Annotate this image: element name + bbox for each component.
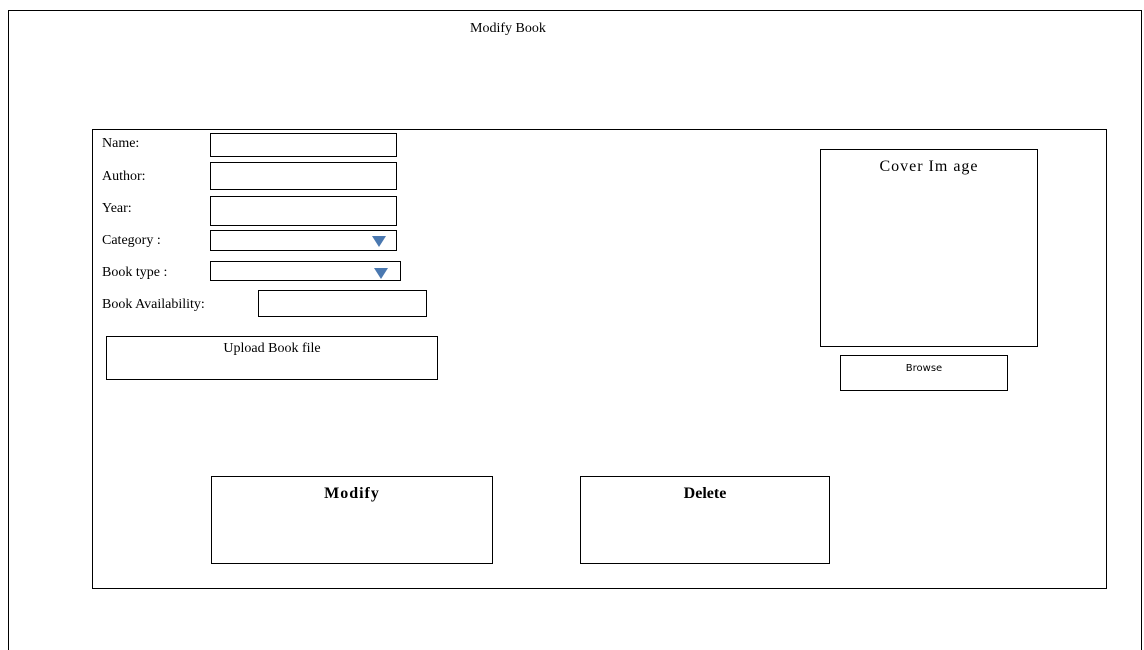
category-select[interactable] (210, 230, 397, 251)
year-field[interactable] (210, 196, 397, 226)
modify-button[interactable]: Modify (211, 476, 493, 564)
page-title: Modify Book (470, 21, 546, 36)
cover-image-label: Cover Im age (879, 158, 979, 175)
delete-button-label: Delete (683, 485, 727, 502)
author-label: Author: (102, 169, 146, 184)
chevron-down-icon[interactable] (372, 236, 386, 247)
browse-button-label: Browse (905, 363, 943, 374)
book-type-label: Book type : (102, 265, 168, 280)
category-label: Category : (102, 233, 161, 248)
availability-field[interactable] (258, 290, 427, 317)
availability-label: Book Availability: (102, 297, 205, 312)
browse-button[interactable]: Browse (840, 355, 1008, 391)
book-type-select[interactable] (210, 261, 401, 281)
delete-button[interactable]: Delete (580, 476, 830, 564)
chevron-down-icon[interactable] (374, 268, 388, 279)
year-label: Year: (102, 201, 132, 216)
modify-button-label: Modify (324, 485, 380, 502)
author-field[interactable] (210, 162, 397, 190)
upload-book-file-button[interactable]: Upload Book file (106, 336, 438, 380)
name-field[interactable] (210, 133, 397, 157)
name-label: Name: (102, 136, 140, 151)
upload-button-label: Upload Book file (223, 341, 321, 356)
cover-image-box: Cover Im age (820, 149, 1038, 347)
